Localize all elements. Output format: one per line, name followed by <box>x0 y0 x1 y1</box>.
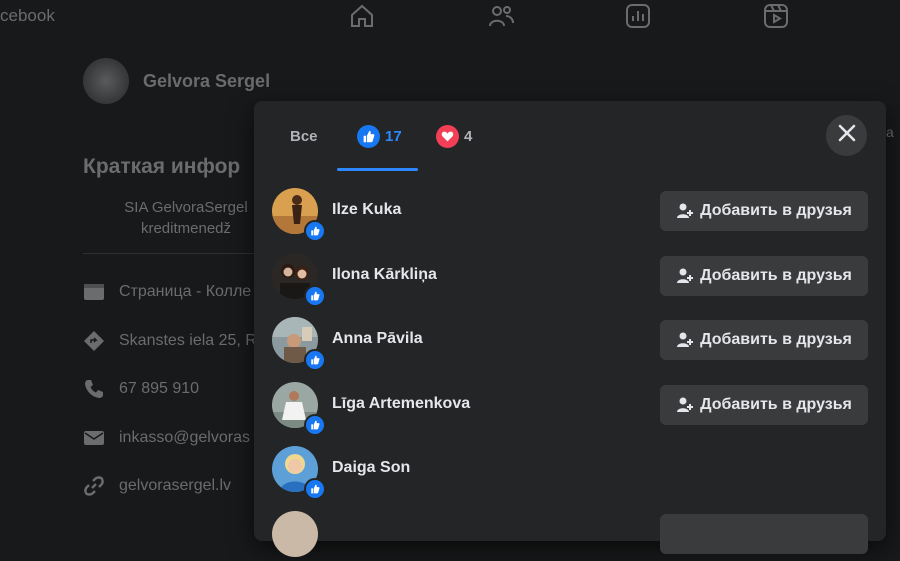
link-icon <box>83 475 105 497</box>
video-icon[interactable] <box>762 2 790 30</box>
info-text: 67 895 910 <box>119 380 200 397</box>
add-friend-button[interactable]: Добавить в друзья <box>660 191 868 231</box>
add-friend-icon <box>677 268 694 283</box>
info-row-page: Страница - Колле <box>83 280 251 304</box>
tab-all-label: Все <box>290 127 318 145</box>
email-icon <box>83 427 105 449</box>
dashboard-icon[interactable] <box>624 2 652 30</box>
profile-name[interactable]: Gelvora Sergel <box>143 71 270 92</box>
add-friend-button[interactable]: Добавить в друзья <box>660 320 868 360</box>
edge-fragment: a <box>886 124 894 140</box>
add-friend-label: Добавить в друзья <box>700 331 852 348</box>
add-friend-icon <box>677 203 694 218</box>
tab-like[interactable]: 17 <box>357 115 402 157</box>
person-name[interactable]: Līga Artemenkova <box>332 395 470 413</box>
intro-text: SIA GelvoraSergel kreditmenedž <box>124 199 248 237</box>
intro-title: Краткая инфор <box>83 155 241 178</box>
reactions-dialog: Все 17 4 Ilze Kuka Добавить в друзья Ilo… <box>254 101 886 557</box>
tab-love[interactable]: 4 <box>436 115 472 157</box>
info-text: inkasso@gelvoras <box>119 429 250 446</box>
reaction-list-item: Anna Pāvila Добавить в друзья <box>272 317 868 371</box>
info-row-email: inkasso@gelvoras <box>83 426 250 450</box>
info-row-location: Skanstes iela 25, R <box>83 329 257 353</box>
tab-all[interactable]: Все <box>290 115 318 157</box>
like-badge-icon <box>304 285 326 307</box>
brand-wordmark[interactable]: cebook <box>0 6 55 26</box>
add-friend-button[interactable]: Добавить в друзья <box>660 256 868 296</box>
love-count: 4 <box>464 127 473 145</box>
divider <box>83 253 263 254</box>
add-friend-button[interactable]: Добавить в друзья <box>660 385 868 425</box>
like-count: 17 <box>385 127 402 145</box>
phone-icon <box>83 378 105 400</box>
add-friend-label: Добавить в друзья <box>700 202 852 219</box>
love-reaction-icon <box>436 124 459 148</box>
friends-icon[interactable] <box>487 2 515 30</box>
info-text: Страница - Колле <box>119 283 252 300</box>
info-text: gelvorasergel.lv <box>119 477 232 494</box>
add-friend-icon <box>677 332 694 347</box>
page-icon <box>83 281 105 303</box>
like-badge-icon <box>304 220 326 242</box>
close-button[interactable] <box>826 115 867 156</box>
like-badge-icon <box>304 349 326 371</box>
like-reaction-icon <box>357 124 380 148</box>
avatar[interactable] <box>272 511 318 557</box>
reaction-list-item: Ilze Kuka Добавить в друзья <box>272 188 868 242</box>
home-icon[interactable] <box>348 2 376 30</box>
add-friend-button[interactable] <box>660 514 868 554</box>
person-name[interactable]: Daiga Son <box>332 459 410 477</box>
info-row-phone: 67 895 910 <box>83 377 199 401</box>
profile-avatar[interactable] <box>83 58 129 104</box>
close-icon <box>838 124 856 147</box>
person-name[interactable]: Anna Pāvila <box>332 330 423 348</box>
reaction-tabs: Все 17 4 <box>254 101 886 171</box>
reaction-list-item: Līga Artemenkova Добавить в друзья <box>272 382 868 436</box>
person-name[interactable]: Ilze Kuka <box>332 201 401 219</box>
reaction-list-item: Ilona Kārkliņa Добавить в друзья <box>272 253 868 307</box>
add-friend-icon <box>677 397 694 412</box>
location-icon <box>83 330 105 352</box>
like-badge-icon <box>304 478 326 500</box>
top-navigation-bar: cebook <box>0 0 900 32</box>
add-friend-label: Добавить в друзья <box>700 267 852 284</box>
reaction-list-item: Daiga Son <box>272 446 868 500</box>
active-tab-indicator <box>337 168 418 171</box>
person-name[interactable]: Ilona Kārkliņa <box>332 266 437 284</box>
info-text: Skanstes iela 25, R <box>119 332 257 349</box>
info-row-link: gelvorasergel.lv <box>83 474 231 498</box>
add-friend-label: Добавить в друзья <box>700 396 852 413</box>
like-badge-icon <box>304 414 326 436</box>
